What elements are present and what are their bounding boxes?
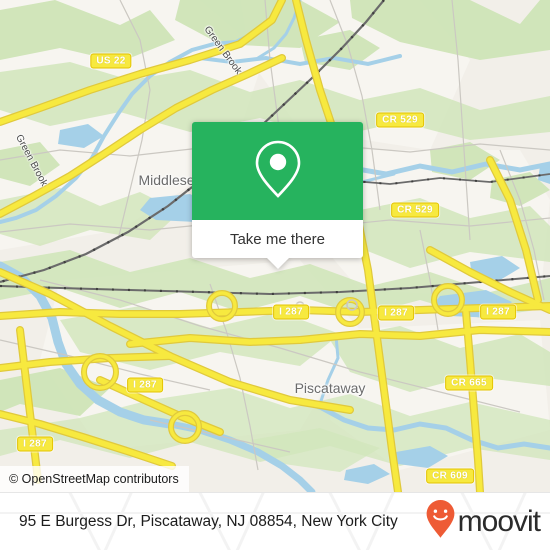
popup-icon-area [192,122,363,220]
footer-bar: 95 E Burgess Dr, Piscataway, NJ 08854, N… [0,492,550,550]
attribution-text: © OpenStreetMap contributors [9,472,179,486]
highway-shield-cr-665[interactable]: CR 665 [445,375,493,391]
address-text: 95 E Burgess Dr, Piscataway, NJ 08854, N… [19,513,398,530]
popup-action-area[interactable]: Take me there [192,220,363,269]
highway-shield-i-287-a[interactable]: I 287 [273,304,309,320]
moovit-pin-smiley-icon [425,499,456,544]
take-me-there-button[interactable]: Take me there [230,231,325,248]
map-canvas[interactable]: Green Brook Green Brook Middlesex Piscat… [0,0,550,492]
moovit-logo[interactable]: moovit [425,499,541,544]
highway-shield-i-287-e[interactable]: I 287 [17,436,53,452]
moovit-wordmark: moovit [457,504,541,538]
highway-shield-us-22[interactable]: US 22 [90,53,132,69]
place-label-piscataway: Piscataway [294,380,366,396]
highway-shield-i-287-d[interactable]: I 287 [127,377,163,393]
highway-shield-cr-609[interactable]: CR 609 [426,468,474,484]
highway-shield-cr-529-north[interactable]: CR 529 [376,112,424,128]
highway-shield-i-287-b[interactable]: I 287 [378,305,414,321]
popup-pointer-tail [266,258,289,269]
location-pin-icon [252,138,304,205]
highway-shield-i-287-c[interactable]: I 287 [480,304,516,320]
map-page: Green Brook Green Brook Middlesex Piscat… [0,0,550,550]
map-marker-popup[interactable]: Take me there [192,122,363,269]
map-attribution[interactable]: © OpenStreetMap contributors [0,466,189,492]
highway-shield-cr-529-south[interactable]: CR 529 [391,202,439,218]
